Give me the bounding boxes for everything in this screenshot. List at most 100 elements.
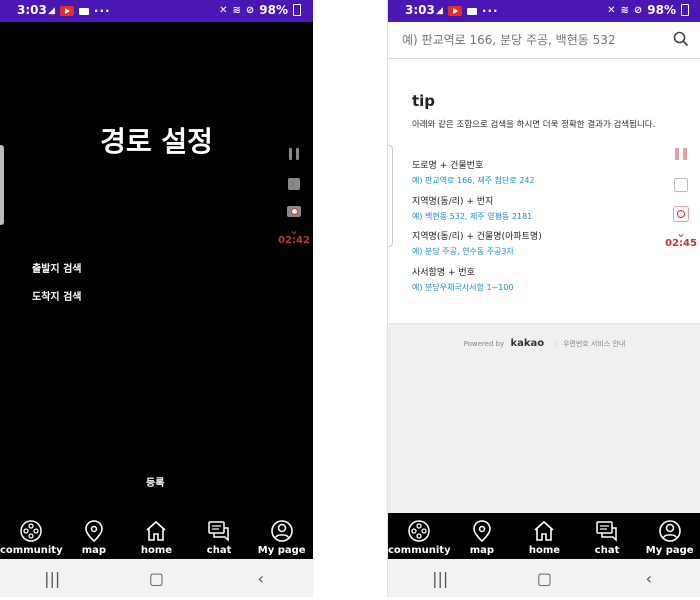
tip-description: 아래와 같은 조합으로 검색을 하시면 더욱 정확한 결과가 검색됩니다. — [412, 120, 656, 130]
footer-area: Powered by kakao | 우편번호 서비스 안내 — [388, 323, 700, 514]
back-icon[interactable]: ‹ — [231, 569, 291, 588]
camera-icon[interactable] — [287, 206, 301, 217]
recording-controls: ⌄ 02:42 — [278, 148, 310, 246]
bottom-nav: community map home chat My page — [0, 513, 313, 559]
wifi-icon: ≋ — [232, 4, 241, 16]
tip-item-example: 예) 백현동 532, 제주 영평동 2181 — [412, 212, 533, 221]
video-icon — [78, 7, 89, 15]
status-time: 3:03 — [17, 3, 47, 17]
notification-icons: ◢ ··· — [436, 4, 499, 18]
nav-mypage[interactable]: My page — [639, 513, 700, 556]
status-bar: 3:03 ◢ ··· ✕ ≋ ⊘ 98% — [388, 0, 700, 22]
signal-icon: ◢ — [436, 6, 443, 16]
recording-timer: 02:45 — [665, 238, 697, 249]
pause-icon[interactable] — [289, 148, 299, 160]
system-nav-bar: ||| ▢ ‹ — [0, 559, 313, 597]
nav-community-label: community — [388, 545, 451, 556]
address-search-input[interactable] — [400, 30, 664, 50]
nav-chat-label: chat — [594, 545, 620, 556]
tip-item-label: 지역명(동/리) + 건물명(아파트명) — [412, 232, 542, 242]
youtube-icon — [59, 6, 74, 16]
nav-map[interactable]: map — [63, 513, 125, 556]
origin-search-button[interactable]: 출발지 검색 — [32, 260, 81, 275]
address-search-bar — [388, 22, 700, 59]
nav-home[interactable]: home — [513, 513, 575, 556]
more-icon: ··· — [481, 4, 499, 18]
nav-map-label: map — [469, 545, 495, 556]
tip-item-label: 도로명 + 건물번호 — [412, 161, 484, 171]
pause-icon[interactable] — [675, 148, 687, 160]
recording-timer: 02:42 — [278, 235, 310, 246]
recording-controls: ⌄ 02:45 — [665, 148, 697, 249]
system-nav-bar: ||| ▢ ‹ — [388, 559, 700, 597]
nav-community[interactable]: community — [388, 513, 451, 556]
stop-icon[interactable] — [288, 178, 300, 190]
nav-mypage-label: My page — [645, 545, 694, 556]
tip-item-label: 지역명(동/리) + 번지 — [412, 197, 494, 207]
nav-home[interactable]: home — [125, 513, 187, 556]
register-button[interactable]: 등록 — [146, 474, 164, 489]
nav-home-label: home — [528, 545, 561, 556]
home-icon — [534, 520, 555, 541]
dnd-icon: ⊘ — [245, 4, 255, 16]
stop-icon[interactable] — [674, 178, 688, 192]
battery-icon — [681, 4, 689, 16]
more-icon: ··· — [93, 4, 111, 18]
left-screen: 3:03 ◢ ··· ✕ ≋ ⊘ 98% 경로 설정 ⌄ 02:42 출발지 검… — [0, 0, 313, 597]
nav-map-label: map — [81, 545, 107, 556]
kakao-logo[interactable]: kakao — [510, 338, 544, 349]
powered-by-text: Powered by — [463, 340, 505, 348]
tip-title: tip — [412, 92, 436, 110]
tip-item-example: 예) 판교역로 166, 제주 첨단로 242 — [412, 176, 535, 185]
status-right: ✕ ≋ ⊘ 98% — [607, 3, 689, 17]
powered-by: Powered by kakao | 우편번호 서비스 안내 — [388, 338, 700, 349]
postcode-service-link[interactable]: 우편번호 서비스 안내 — [563, 340, 625, 348]
mute-icon: ✕ — [607, 4, 616, 16]
chat-icon — [208, 521, 229, 542]
community-icon — [20, 520, 43, 542]
home-button-icon[interactable]: ▢ — [126, 569, 186, 588]
right-screen: 3:03 ◢ ··· ✕ ≋ ⊘ 98% tip 아래와 같은 조합으로 검색을… — [387, 0, 700, 597]
video-icon — [466, 7, 477, 15]
destination-search-button[interactable]: 도착지 검색 — [32, 288, 81, 303]
nav-chat[interactable]: chat — [576, 513, 638, 556]
dnd-icon: ⊘ — [633, 4, 643, 16]
recent-apps-icon[interactable]: ||| — [22, 569, 82, 588]
battery-percent: 98% — [647, 3, 676, 17]
tip-item-example: 예) 분당 주공, 연수동 주공3차 — [412, 247, 514, 256]
nav-community-label: community — [0, 545, 63, 556]
chevron-down-icon[interactable]: ⌄ — [676, 227, 686, 239]
back-icon[interactable]: ‹ — [619, 569, 679, 588]
youtube-icon — [447, 6, 462, 16]
recent-apps-icon[interactable]: ||| — [410, 569, 470, 588]
tip-item-label: 사서함명 + 번호 — [412, 268, 475, 278]
nav-mypage-label: My page — [257, 545, 306, 556]
chat-icon — [596, 521, 617, 542]
user-icon — [658, 520, 681, 542]
nav-community[interactable]: community — [0, 513, 63, 556]
home-icon — [146, 520, 167, 541]
nav-chat[interactable]: chat — [188, 513, 250, 556]
nav-map[interactable]: map — [451, 513, 513, 556]
status-bar: 3:03 ◢ ··· ✕ ≋ ⊘ 98% — [0, 0, 313, 22]
signal-icon: ◢ — [48, 6, 55, 16]
home-button-icon[interactable]: ▢ — [514, 569, 574, 588]
search-icon[interactable] — [673, 31, 689, 51]
battery-icon — [293, 4, 301, 16]
page-title: 경로 설정 — [100, 125, 213, 158]
status-right: ✕ ≋ ⊘ 98% — [219, 3, 301, 17]
map-pin-icon — [473, 520, 491, 543]
tip-item-example: 예) 분당우체국사서함 1~100 — [412, 283, 514, 292]
chevron-down-icon[interactable]: ⌄ — [289, 224, 299, 236]
notification-icons: ◢ ··· — [48, 4, 111, 18]
mute-icon: ✕ — [219, 4, 228, 16]
battery-percent: 98% — [259, 3, 288, 17]
nav-home-label: home — [140, 545, 173, 556]
map-pin-icon — [85, 520, 103, 543]
wifi-icon: ≋ — [620, 4, 629, 16]
nav-mypage[interactable]: My page — [251, 513, 313, 556]
nav-chat-label: chat — [206, 545, 232, 556]
bottom-nav: community map home chat My page — [388, 513, 700, 559]
camera-icon[interactable] — [673, 206, 689, 222]
edge-handle[interactable] — [388, 145, 393, 247]
